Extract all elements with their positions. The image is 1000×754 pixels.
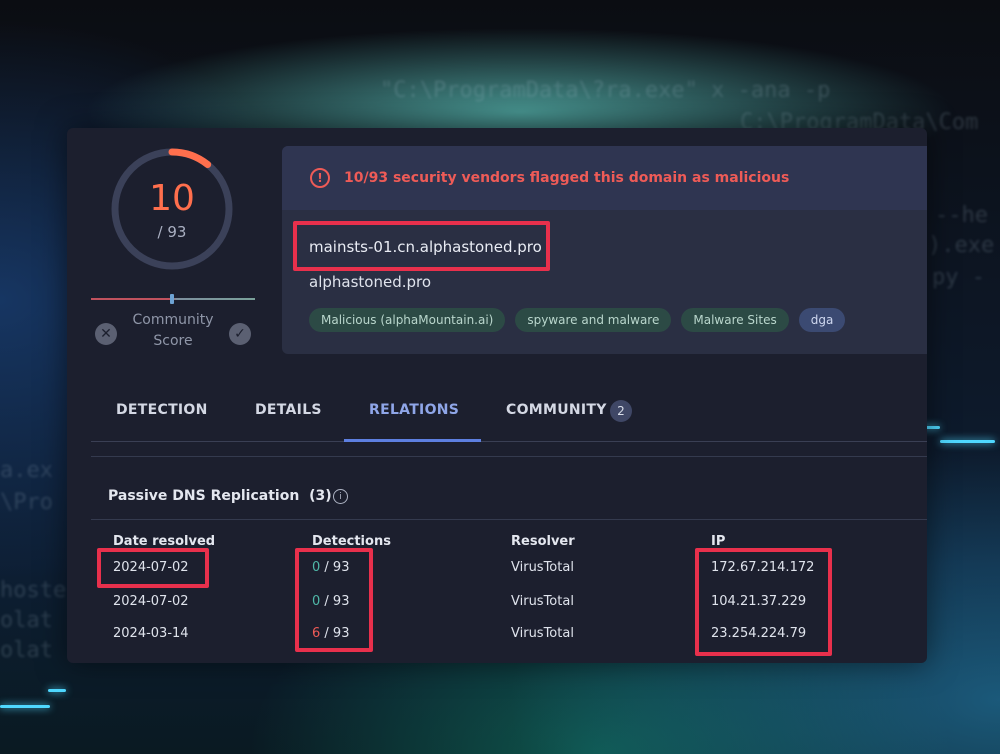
- tag[interactable]: dga: [798, 308, 846, 332]
- glow-line: [48, 689, 66, 692]
- table-row-date: 2024-03-14: [113, 626, 189, 641]
- info-icon[interactable]: i: [333, 489, 348, 504]
- background-code: \Pro: [0, 490, 53, 515]
- background-code: olat: [0, 608, 53, 633]
- glow-line: [0, 705, 50, 708]
- divider: [91, 519, 927, 520]
- highlight-box: [293, 221, 550, 271]
- divider: [91, 456, 927, 457]
- background-code: --he: [935, 203, 988, 228]
- background-code: hoste: [0, 578, 67, 603]
- alert-circle-icon: !: [310, 168, 330, 188]
- table-row-date: 2024-07-02: [113, 594, 189, 609]
- tag[interactable]: Malware Sites: [681, 308, 789, 332]
- column-header-ip: IP: [711, 534, 726, 549]
- tag[interactable]: spyware and malware: [515, 308, 672, 332]
- background-code: ).exe: [928, 233, 995, 258]
- tab-community[interactable]: COMMUNITY: [506, 402, 607, 418]
- column-header-resolver: Resolver: [511, 534, 575, 549]
- highlight-box: [97, 548, 209, 588]
- parent-domain[interactable]: alphastoned.pro: [309, 273, 431, 291]
- table-row-resolver: VirusTotal: [511, 560, 574, 575]
- detection-total: / 93: [157, 223, 187, 241]
- detection-score-gauge: 10 / 93: [107, 144, 237, 274]
- tab-bar: DETECTION DETAILS RELATIONS COMMUNITY 2: [91, 390, 927, 442]
- community-score-marker: [170, 294, 174, 304]
- table-row-resolver: VirusTotal: [511, 594, 574, 609]
- background-code: a.ex: [0, 458, 53, 483]
- highlight-box: [295, 548, 373, 652]
- column-header-detections: Detections: [312, 534, 391, 549]
- active-tab-indicator: [344, 439, 481, 442]
- tab-detection[interactable]: DETECTION: [116, 402, 208, 418]
- malicious-alert: ! 10/93 security vendors flagged this do…: [282, 146, 927, 210]
- domain-report-panel: 10 / 93 ✕ Community Score ✓ ! 10/93 secu…: [67, 128, 927, 663]
- close-icon[interactable]: ✕: [95, 323, 117, 345]
- community-count-badge: 2: [610, 400, 632, 422]
- background-code: olat: [0, 638, 53, 663]
- passive-dns-title: Passive DNS Replication (3): [108, 488, 332, 504]
- background-code: py -: [932, 265, 985, 290]
- detection-score: 10: [149, 178, 195, 219]
- community-score-label: Community Score: [132, 312, 214, 349]
- check-icon[interactable]: ✓: [229, 323, 251, 345]
- column-header-date: Date resolved: [113, 534, 216, 549]
- background-code: "C:\ProgramData\?ra.exe" x -ana -p: [380, 78, 831, 103]
- tab-relations[interactable]: RELATIONS: [369, 402, 459, 418]
- tag[interactable]: Malicious (alphaMountain.ai): [309, 308, 506, 332]
- alert-text: 10/93 security vendors flagged this doma…: [344, 170, 790, 186]
- highlight-box: [695, 548, 832, 656]
- table-row-resolver: VirusTotal: [511, 626, 574, 641]
- tag-list: Malicious (alphaMountain.ai) spyware and…: [309, 308, 846, 332]
- glow-line: [940, 440, 995, 443]
- tab-details[interactable]: DETAILS: [255, 402, 322, 418]
